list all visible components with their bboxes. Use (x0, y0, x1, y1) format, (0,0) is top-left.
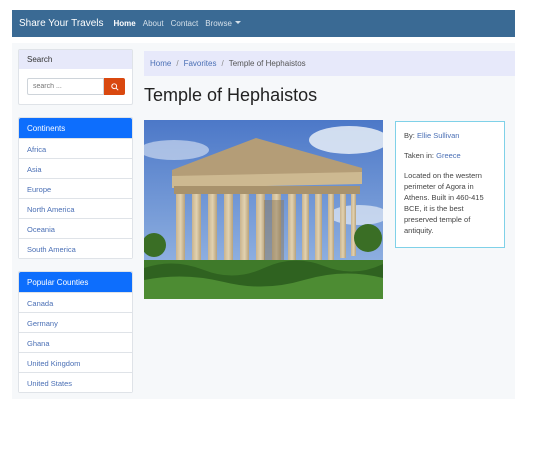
continent-item-europe[interactable]: Europe (19, 178, 132, 198)
breadcrumb-home[interactable]: Home (150, 59, 171, 76)
countries-heading: Popular Counties (19, 272, 132, 292)
country-item-canada[interactable]: Canada (19, 292, 132, 312)
author-line: By: Ellie Sullivan (404, 130, 496, 141)
content-area: Search Continents Africa Asia Europe Nor… (12, 43, 515, 399)
by-label: By: (404, 131, 415, 140)
continents-heading: Continents (19, 118, 132, 138)
continent-item-asia[interactable]: Asia (19, 158, 132, 178)
nav-contact[interactable]: Contact (171, 19, 199, 28)
page-frame: Share Your Travels Home About Contact Br… (12, 10, 515, 455)
sidebar: Search Continents Africa Asia Europe Nor… (18, 49, 133, 393)
breadcrumb-favorites[interactable]: Favorites (184, 59, 217, 76)
brand-link[interactable]: Share Your Travels (19, 18, 104, 29)
breadcrumb: Home / Favorites / Temple of Hephaistos (144, 51, 515, 76)
nav-home[interactable]: Home (114, 19, 136, 28)
photo-description: Located on the western perimeter of Agor… (404, 171, 484, 235)
main-content: Home / Favorites / Temple of Hephaistos … (144, 51, 515, 299)
continents-card: Continents Africa Asia Europe North Amer… (18, 117, 133, 259)
caret-down-icon (234, 21, 241, 24)
search-row (27, 78, 132, 95)
nav-browse-label: Browse (205, 19, 232, 28)
author-link[interactable]: Ellie Sullivan (417, 131, 460, 140)
country-item-united-kingdom[interactable]: United Kingdom (19, 352, 132, 372)
search-icon (110, 82, 119, 91)
search-button[interactable] (104, 78, 125, 95)
nav-about[interactable]: About (143, 19, 164, 28)
location-line: Taken in: Greece (404, 150, 496, 161)
breadcrumb-current: Temple of Hephaistos (228, 59, 306, 68)
search-input[interactable] (27, 78, 104, 95)
temple-photo (144, 120, 383, 299)
taken-label: Taken in: (404, 151, 435, 160)
country-link[interactable]: Greece (436, 151, 461, 160)
search-heading: Search (19, 50, 132, 69)
countries-card: Popular Counties Canada Germany Ghana Un… (18, 271, 133, 393)
navbar: Share Your Travels Home About Contact Br… (12, 10, 515, 37)
breadcrumb-separator: / (176, 59, 179, 68)
country-item-ghana[interactable]: Ghana (19, 332, 132, 352)
breadcrumb-separator: / (221, 59, 224, 68)
page-title: Temple of Hephaistos (144, 85, 318, 105)
country-item-united-states[interactable]: United States (19, 372, 132, 392)
continent-item-north-america[interactable]: North America (19, 198, 132, 218)
search-card: Search (18, 49, 133, 105)
country-item-germany[interactable]: Germany (19, 312, 132, 332)
temple-image (144, 120, 383, 299)
continent-item-oceania[interactable]: Oceania (19, 218, 132, 238)
photo-info-card: By: Ellie Sullivan Taken in: Greece Loca… (395, 121, 505, 248)
continent-item-south-america[interactable]: South America (19, 238, 132, 258)
continent-item-africa[interactable]: Africa (19, 138, 132, 158)
nav-browse-dropdown[interactable]: Browse (205, 19, 241, 28)
